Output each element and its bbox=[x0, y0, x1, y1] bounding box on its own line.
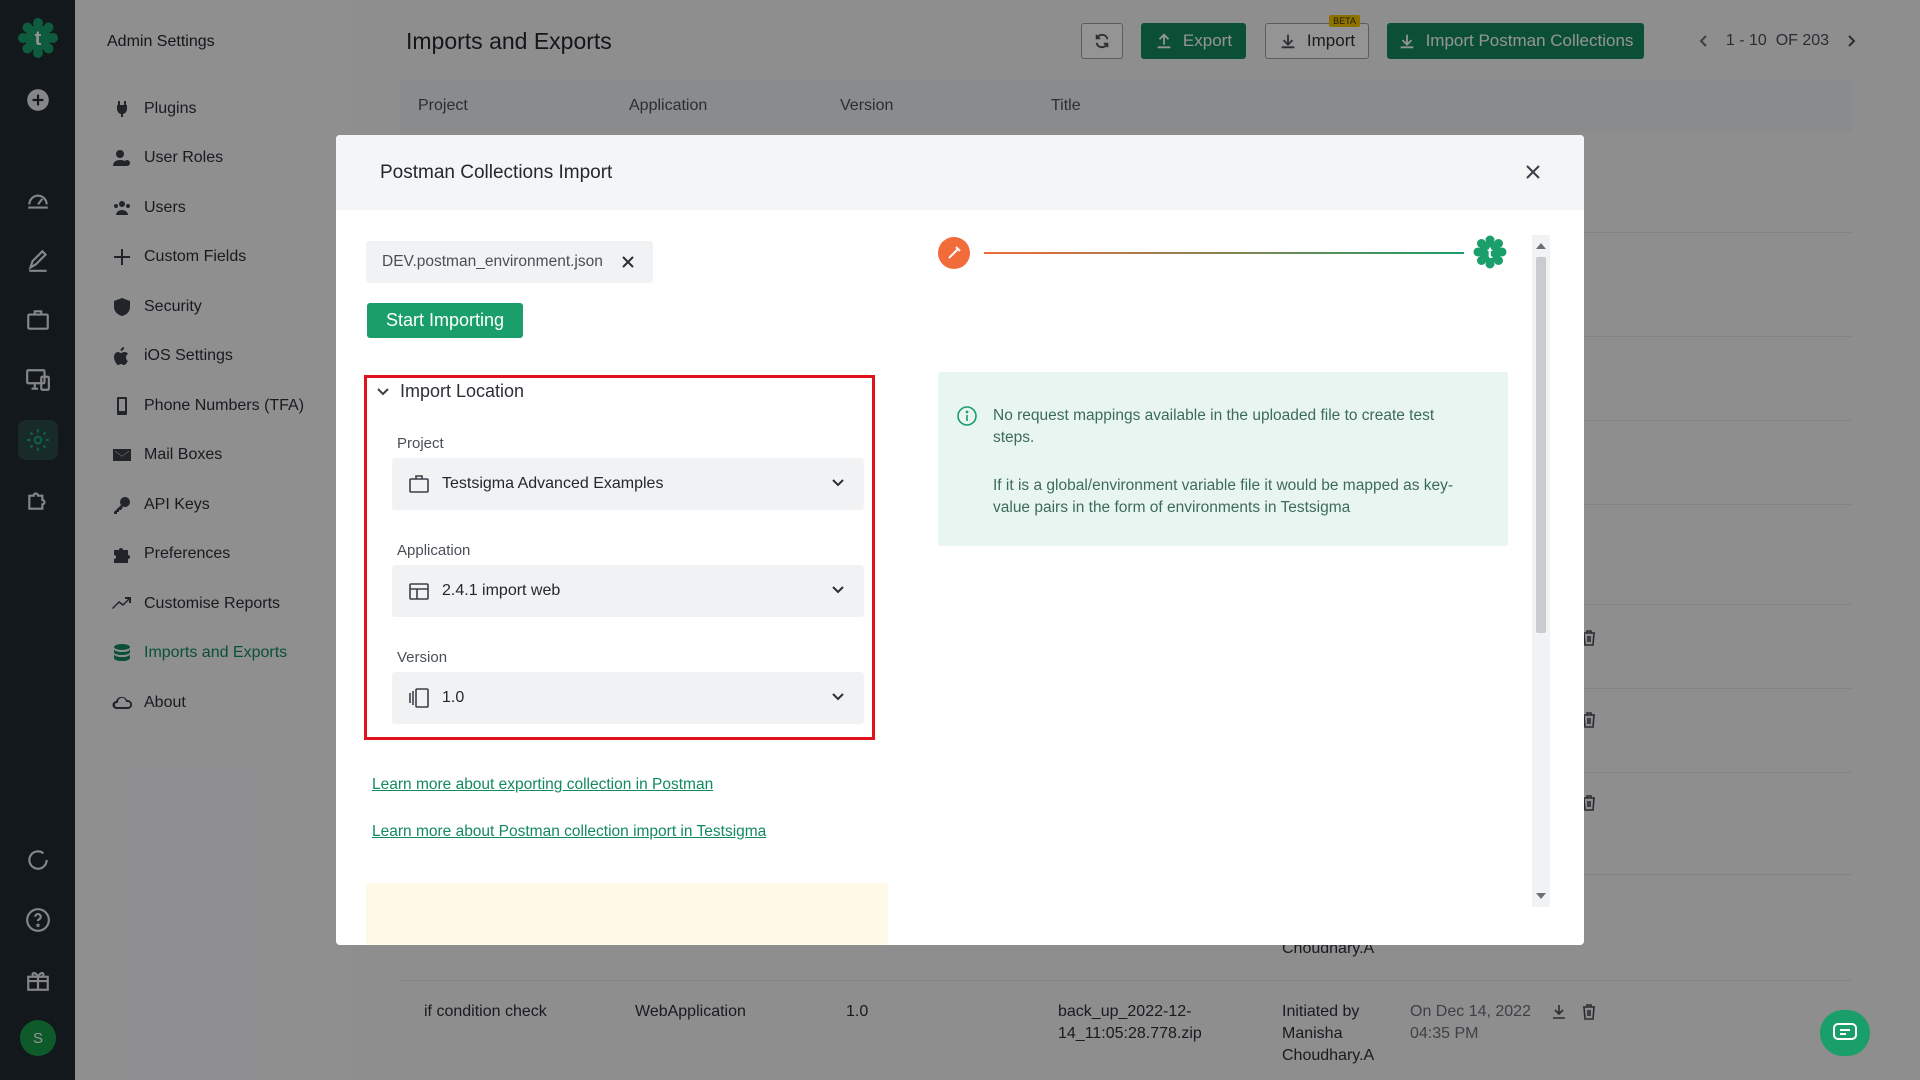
info-icon bbox=[957, 406, 977, 426]
modal-title: Postman Collections Import bbox=[380, 161, 613, 183]
project-select[interactable]: Testsigma Advanced Examples bbox=[392, 458, 864, 510]
section-title: Import Location bbox=[400, 381, 525, 401]
close-icon[interactable] bbox=[1522, 161, 1544, 183]
version-value: 1.0 bbox=[442, 689, 465, 706]
file-chip: DEV.postman_environment.json bbox=[366, 241, 653, 283]
application-value: 2.4.1 import web bbox=[442, 582, 561, 599]
postman-import-modal: Postman Collections Import DEV.postman_e… bbox=[336, 135, 1584, 945]
project-value: Testsigma Advanced Examples bbox=[442, 475, 664, 492]
import-location-toggle[interactable]: Import Location bbox=[376, 381, 524, 402]
modal-header: Postman Collections Import bbox=[336, 135, 1584, 210]
project-label: Project bbox=[397, 435, 444, 452]
info-line-1: No request mappings available in the upl… bbox=[993, 407, 1435, 446]
postman-icon bbox=[938, 237, 970, 269]
application-select[interactable]: 2.4.1 import web bbox=[392, 565, 864, 617]
modal-scrollbar[interactable] bbox=[1532, 235, 1550, 907]
note-box bbox=[366, 883, 888, 945]
scroll-thumb[interactable] bbox=[1536, 257, 1546, 633]
browser-window-icon bbox=[409, 583, 429, 600]
briefcase-icon bbox=[409, 475, 429, 493]
file-name: DEV.postman_environment.json bbox=[382, 253, 603, 270]
scroll-down-arrow[interactable] bbox=[1536, 893, 1546, 899]
chevron-down-icon bbox=[377, 387, 389, 395]
start-importing-button[interactable]: Start Importing bbox=[367, 303, 523, 338]
chat-icon bbox=[1833, 1023, 1857, 1040]
chat-button[interactable] bbox=[1820, 1010, 1870, 1056]
application-label: Application bbox=[397, 542, 471, 559]
import-progress-line bbox=[984, 252, 1464, 254]
info-line-2: If it is a global/environment variable f… bbox=[993, 477, 1454, 516]
remove-file-icon[interactable] bbox=[621, 255, 635, 269]
learn-more-export-link[interactable]: Learn more about exporting collection in… bbox=[372, 776, 713, 794]
info-message: No request mappings available in the upl… bbox=[938, 372, 1508, 546]
svg-text:t: t bbox=[1487, 245, 1493, 262]
learn-more-import-link[interactable]: Learn more about Postman collection impo… bbox=[372, 823, 766, 841]
version-label: Version bbox=[397, 649, 448, 666]
version-select[interactable]: 1.0 bbox=[392, 672, 864, 724]
scroll-up-arrow[interactable] bbox=[1536, 243, 1546, 249]
testsigma-gear-icon: t bbox=[1473, 235, 1507, 269]
versions-icon bbox=[409, 688, 429, 708]
chevron-down-icon bbox=[832, 693, 844, 701]
chevron-down-icon bbox=[832, 479, 844, 487]
chevron-down-icon bbox=[832, 586, 844, 594]
